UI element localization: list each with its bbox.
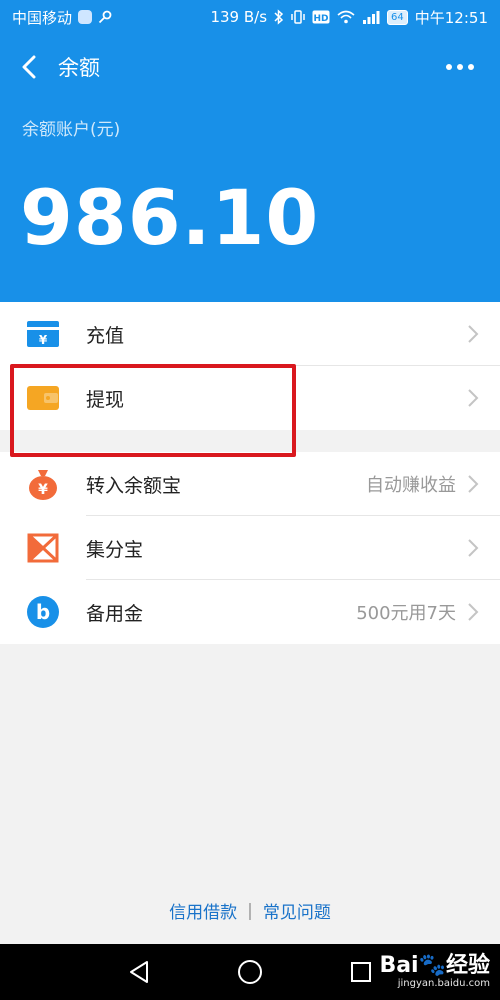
menu-item-yuebao[interactable]: ¥ 转入余额宝 自动赚收益	[0, 452, 500, 516]
menu-item-jifenbao[interactable]: 集分宝	[0, 516, 500, 580]
menu-section-secondary: ¥ 转入余额宝 自动赚收益 集分宝 b 备用金 500元用7天	[0, 452, 500, 644]
menu-item-label: 备用金	[86, 602, 144, 625]
nav-recent-icon[interactable]	[351, 962, 371, 982]
nav-home-icon[interactable]	[238, 960, 262, 984]
page-title: 余额	[58, 56, 100, 80]
status-bar: 中国移动 139 B/s HD 64 中午12:51	[0, 0, 500, 34]
back-button[interactable]	[0, 44, 58, 90]
dot-icon	[457, 64, 463, 70]
chevron-right-icon	[468, 325, 479, 343]
watermark: Bai🐾经验 jingyan.baidu.com	[379, 953, 490, 990]
points-icon	[27, 533, 59, 563]
menu-item-hint: 自动赚收益	[366, 475, 456, 496]
wifi-icon	[337, 10, 355, 24]
battery-level: 64	[387, 9, 408, 25]
account-label: 余额账户(元)	[22, 120, 121, 140]
signal-icon	[363, 11, 380, 24]
wallet-icon	[27, 386, 59, 410]
carrier-label: 中国移动	[12, 8, 73, 27]
dot-icon	[446, 64, 452, 70]
svg-text:b: b	[36, 600, 50, 624]
nav-bar: 余额	[0, 44, 500, 90]
footer-separator: |	[247, 900, 253, 921]
svg-text:¥: ¥	[38, 482, 48, 498]
recharge-icon: ¥	[27, 321, 59, 347]
reserve-fund-icon: b	[27, 596, 59, 628]
more-options-button[interactable]	[442, 58, 478, 76]
menu-item-label: 提现	[86, 388, 125, 411]
header-panel: 中国移动 139 B/s HD 64 中午12:51 余额 余额账户(元) 98…	[0, 0, 500, 302]
chevron-right-icon	[468, 475, 479, 493]
faq-link[interactable]: 常见问题	[263, 898, 331, 923]
balance-amount: 986.10	[20, 173, 320, 262]
svg-text:HD: HD	[314, 14, 329, 24]
money-bag-icon: ¥	[29, 470, 57, 500]
sim-icon	[78, 10, 93, 24]
menu-item-label: 转入余额宝	[86, 474, 182, 497]
chevron-left-icon	[22, 55, 36, 79]
menu-item-recharge[interactable]: ¥ 充值	[0, 302, 500, 366]
bluetooth-icon	[274, 9, 284, 25]
system-nav-bar: Bai🐾经验 jingyan.baidu.com	[0, 944, 500, 1000]
clock: 中午12:51	[414, 8, 488, 27]
vibrate-icon	[291, 10, 305, 24]
menu-item-label: 集分宝	[86, 538, 144, 561]
key-icon	[98, 10, 112, 24]
chevron-right-icon	[468, 603, 479, 621]
menu-item-reserve-fund[interactable]: b 备用金 500元用7天	[0, 580, 500, 644]
footer-links: 信用借款 | 常见问题	[0, 898, 500, 924]
chevron-right-icon	[468, 389, 479, 407]
chevron-right-icon	[468, 539, 479, 557]
hd-icon: HD	[312, 10, 330, 24]
svg-text:¥: ¥	[39, 333, 48, 347]
nav-back-icon[interactable]	[128, 960, 150, 984]
dot-icon	[468, 64, 474, 70]
menu-item-withdraw[interactable]: 提现	[0, 366, 500, 430]
menu-item-label: 充值	[86, 324, 125, 347]
menu-item-hint: 500元用7天	[356, 603, 456, 624]
network-speed: 139 B/s	[210, 8, 268, 26]
credit-loan-link[interactable]: 信用借款	[169, 898, 237, 923]
menu-section-primary: ¥ 充值 提现	[0, 302, 500, 430]
